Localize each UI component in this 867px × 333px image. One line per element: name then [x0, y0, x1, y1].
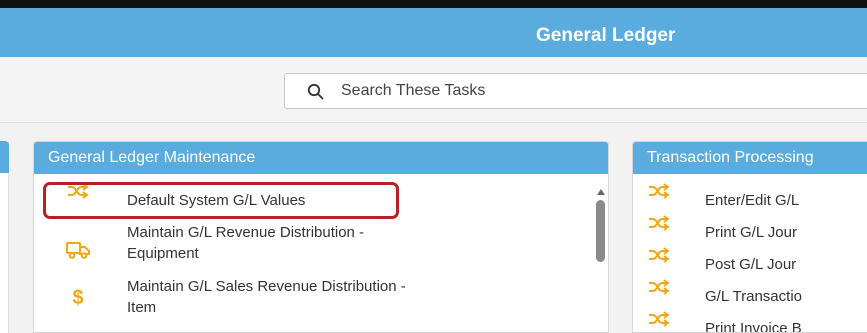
task-label: Post G/L Jour — [705, 256, 797, 273]
page-header: General Ledger — [0, 8, 867, 57]
transaction-panel: Transaction Processing Enter/Edit G/L Pr… — [632, 141, 867, 333]
scroll-thumb[interactable] — [596, 200, 605, 262]
truck-icon — [66, 240, 90, 260]
transaction-panel-title: Transaction Processing — [633, 142, 867, 174]
shuffle-icon — [647, 309, 671, 329]
search-icon — [307, 83, 324, 100]
scroll-up-arrow-icon[interactable] — [597, 189, 605, 195]
task-label-line2: Item — [127, 299, 157, 316]
maintenance-panel-title: General Ledger Maintenance — [34, 142, 608, 174]
shuffle-icon — [647, 213, 671, 233]
dollar-icon: $ — [72, 287, 84, 309]
task-label: Print Invoice B — [705, 320, 802, 333]
task-label-line1: Maintain G/L Revenue Distribution - — [127, 224, 365, 241]
scrollbar[interactable] — [596, 189, 605, 332]
shuffle-icon — [647, 181, 671, 201]
search-box[interactable] — [284, 73, 867, 109]
left-panel-edge-header — [0, 141, 9, 173]
window-top-bar — [0, 0, 867, 8]
page-title: General Ledger — [536, 25, 676, 46]
search-area — [0, 57, 867, 123]
shuffle-icon — [647, 277, 671, 297]
maintenance-panel: General Ledger Maintenance Default Syste… — [33, 141, 609, 333]
left-panel-edge — [0, 141, 9, 333]
task-label: Enter/Edit G/L — [705, 192, 800, 209]
task-label-line1: Maintain G/L Sales Revenue Distribution … — [127, 278, 406, 295]
task-label: G/L Transactio — [705, 288, 802, 305]
search-input[interactable] — [341, 74, 841, 108]
shuffle-icon — [647, 245, 671, 265]
task-label-line2: Equipment — [127, 245, 199, 262]
task-label: Print G/L Jour — [705, 224, 797, 241]
highlight-box — [43, 182, 399, 219]
